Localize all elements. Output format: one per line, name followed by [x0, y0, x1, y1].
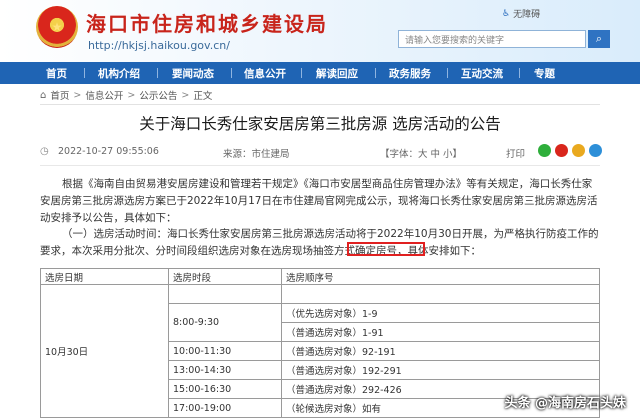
- nav-interpretation[interactable]: 解读回应: [316, 66, 358, 81]
- wechat-share-icon[interactable]: [538, 144, 551, 157]
- breadcrumb-separator: >: [73, 89, 82, 101]
- breadcrumb: ⌂ 首页 > 信息公开 > 公示公告 > 正文: [40, 88, 213, 103]
- table-cell: 8:00-9:30: [168, 303, 282, 342]
- table-row: 10月30日: [40, 284, 600, 418]
- article-source: 来源：市住建局: [223, 149, 290, 160]
- breadcrumb-divider: [40, 104, 600, 105]
- breadcrumb-home[interactable]: 首页: [50, 88, 69, 102]
- nav-gov-service[interactable]: 政务服务: [389, 66, 431, 81]
- nav-divider: [157, 68, 158, 78]
- table-cell: 17:00-19:00: [168, 398, 282, 418]
- meta-divider: [40, 165, 600, 166]
- breadcrumb-notices[interactable]: 公示公告: [139, 88, 177, 102]
- site-title[interactable]: 海口市住房和城乡建设局: [86, 8, 328, 37]
- search-icon: ⌕: [595, 32, 603, 45]
- nav-divider: [301, 68, 302, 78]
- table-cell: [168, 284, 282, 304]
- breadcrumb-separator: >: [181, 89, 190, 101]
- table-cell: 15:00-16:30: [168, 379, 282, 399]
- table-cell: （普通选房对象）192-291: [281, 360, 600, 380]
- table-header: 选房日期: [40, 268, 169, 285]
- article-paragraph: 根据《海南自由贸易港安居房建设和管理若干规定》《海口市安居型商品住房管理办法》等…: [40, 178, 598, 224]
- accessibility-icon: ♿: [502, 8, 511, 19]
- national-emblem-icon: ★: [36, 6, 78, 48]
- table-header-row: 选房日期 选房时段 选房顺序号: [40, 268, 600, 285]
- breadcrumb-info-public[interactable]: 信息公开: [85, 88, 123, 102]
- article-paragraph: （一）选房活动时间：海口长秀仕家安居房第三批房源选房活动将于2022年10月30…: [40, 228, 599, 257]
- nav-about[interactable]: 机构介绍: [98, 66, 140, 81]
- site-url[interactable]: http://hkjsj.haikou.gov.cn/: [88, 39, 230, 52]
- home-icon: ⌂: [40, 89, 47, 101]
- search-input[interactable]: 请输入您要搜索的关键字: [398, 30, 586, 48]
- nav-info-public[interactable]: 信息公开: [244, 66, 286, 81]
- nav-divider: [84, 68, 85, 78]
- nav-interaction[interactable]: 互动交流: [461, 66, 503, 81]
- breadcrumb-separator: >: [127, 89, 136, 101]
- publish-date: 2022-10-27 09:55:06: [58, 146, 159, 157]
- table-header: 选房顺序号: [281, 268, 600, 285]
- nav-divider: [519, 68, 520, 78]
- table-date-cell: 10月30日: [40, 284, 169, 418]
- table-cell: [281, 284, 600, 304]
- table-cell: （优先选房对象）1-9: [281, 303, 600, 323]
- article-meta: ◷ 2022-10-27 09:55:06 来源：市住建局 【字体：大 中 小】…: [40, 144, 602, 160]
- table-cell: （普通选房对象）1-91: [281, 322, 600, 342]
- clock-icon: ◷: [40, 146, 49, 157]
- table-cell: 13:00-14:30: [168, 360, 282, 380]
- site-header: ★ 海口市住房和城乡建设局 http://hkjsj.haikou.gov.cn…: [0, 0, 640, 62]
- print-button[interactable]: 打印: [506, 146, 525, 160]
- source-watermark: 头条 @海南房石头妹: [504, 396, 626, 411]
- article-title: 关于海口长秀仕家安居房第三批房源 选房活动的公告: [139, 115, 501, 133]
- table-cell: （普通选房对象）92-191: [281, 341, 600, 361]
- nav-divider: [231, 68, 232, 78]
- nav-divider: [447, 68, 448, 78]
- highlight-annotation: [347, 242, 425, 256]
- table-cell: 10:00-11:30: [168, 341, 282, 361]
- accessibility-link[interactable]: ♿ 无障碍: [502, 7, 540, 21]
- weibo-share-icon[interactable]: [555, 144, 568, 157]
- font-size-control[interactable]: 【字体：大 中 小】: [380, 146, 462, 160]
- breadcrumb-current: 正文: [193, 91, 213, 102]
- qzone-share-icon[interactable]: [572, 144, 585, 157]
- table-header: 选房时段: [168, 268, 282, 285]
- nav-divider: [375, 68, 376, 78]
- nav-special[interactable]: 专题: [534, 66, 555, 81]
- nav-home[interactable]: 首页: [46, 66, 67, 81]
- search-button[interactable]: ⌕: [588, 30, 610, 48]
- tencent-share-icon[interactable]: [589, 144, 602, 157]
- nav-news[interactable]: 要闻动态: [172, 66, 214, 81]
- main-nav: 首页 机构介绍 要闻动态 信息公开 解读回应 政务服务 互动交流 专题: [0, 62, 640, 84]
